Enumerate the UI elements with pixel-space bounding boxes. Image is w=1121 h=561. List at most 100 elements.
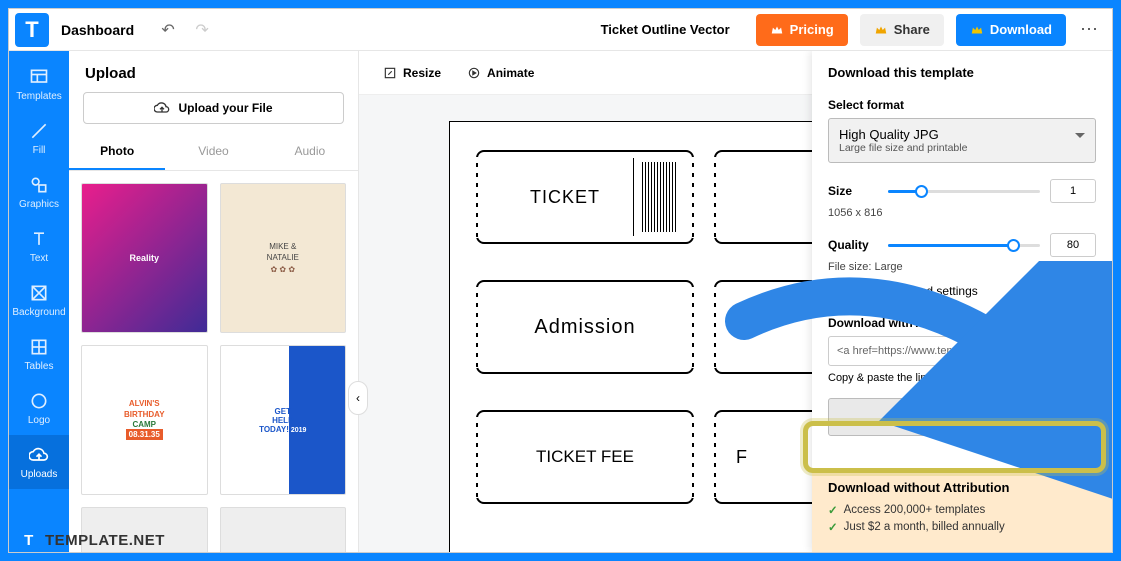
rail-label: Graphics — [19, 199, 59, 210]
size-input[interactable] — [1050, 179, 1096, 203]
watermark: T TEMPLATE.NET — [18, 529, 165, 551]
main-row: Templates Fill Graphics Text Background … — [9, 51, 1112, 552]
download-panel: Download this template Select format Hig… — [812, 51, 1112, 552]
attribution-heading: Download with Attribution — [828, 316, 1096, 330]
tab-photo[interactable]: Photo — [69, 134, 165, 170]
rail-logo[interactable]: Logo — [9, 381, 69, 435]
fill-icon — [29, 121, 49, 141]
quality-input[interactable] — [1050, 233, 1096, 257]
download-label: Download — [990, 22, 1052, 37]
barcode-icon — [642, 162, 678, 232]
rail-label: Background — [12, 307, 65, 318]
rail-label: Templates — [16, 91, 62, 102]
check-icon: ✓ — [828, 503, 838, 517]
undo-icon[interactable]: ↶ — [154, 16, 182, 44]
attribution-hint: Copy & paste the link to contribute. Kno… — [828, 372, 1096, 384]
ticket-label: F — [736, 447, 748, 468]
document-title: Ticket Outline Vector — [601, 22, 730, 37]
uploads-icon — [29, 445, 49, 465]
chevron-down-icon — [1075, 133, 1085, 143]
quality-slider[interactable] — [888, 244, 1040, 247]
rail-tables[interactable]: Tables — [9, 327, 69, 381]
tables-icon — [29, 337, 49, 357]
feature-item: ✓Access 200,000+ templates — [828, 503, 1096, 517]
save-settings-label: Save download settings — [851, 284, 978, 298]
format-select[interactable]: High Quality JPG Large file size and pri… — [828, 118, 1096, 163]
thumbnail[interactable] — [220, 507, 347, 552]
upload-label: Upload your File — [178, 101, 272, 115]
format-sub: Large file size and printable — [839, 142, 1085, 154]
download-action-button[interactable]: Download — [828, 398, 1096, 436]
graphics-icon — [29, 175, 49, 195]
check-icon: ✓ — [828, 520, 838, 534]
background-icon — [29, 283, 49, 303]
rail-fill[interactable]: Fill — [9, 111, 69, 165]
copy-button[interactable]: Copy — [1042, 336, 1096, 366]
media-tabs: Photo Video Audio — [69, 134, 358, 171]
ticket-label: TICKET — [530, 187, 600, 208]
download-heading: Download this template — [828, 65, 1096, 80]
redo-icon[interactable]: ↷ — [188, 16, 216, 44]
tab-video[interactable]: Video — [165, 134, 261, 170]
ticket-shape[interactable]: TICKET — [476, 150, 694, 244]
brand-logo[interactable]: T — [15, 13, 49, 47]
logo-icon — [29, 391, 49, 411]
noattr-heading: Download without Attribution — [828, 480, 1096, 495]
animate-tool[interactable]: Animate — [467, 66, 534, 80]
rail-templates[interactable]: Templates — [9, 57, 69, 111]
thumbnail-grid: Reality MIKE &NATALIE✿ ✿ ✿ ALVIN'SBIRTHD… — [69, 171, 358, 552]
dashboard-link[interactable]: Dashboard — [61, 22, 134, 38]
animate-icon — [467, 66, 481, 80]
ticket-label: Admission — [534, 316, 635, 339]
panel-title: Upload — [69, 51, 358, 92]
thumbnail[interactable]: MIKE &NATALIE✿ ✿ ✿ — [220, 183, 347, 333]
animate-label: Animate — [487, 66, 534, 80]
filesize-text: File size: Large — [828, 261, 1096, 273]
ticket-shape[interactable]: TICKET FEE — [476, 410, 694, 504]
checkbox-icon[interactable] — [828, 283, 843, 298]
left-rail: Templates Fill Graphics Text Background … — [9, 51, 69, 552]
save-settings-row[interactable]: Save download settings — [828, 283, 1096, 298]
rail-label: Logo — [28, 415, 50, 426]
share-label: Share — [894, 22, 930, 37]
rail-uploads[interactable]: Uploads — [9, 435, 69, 489]
ticket-shape[interactable]: Admission — [476, 280, 694, 374]
resize-tool[interactable]: Resize — [383, 66, 441, 80]
rail-graphics[interactable]: Graphics — [9, 165, 69, 219]
watermark-text: TEMPLATE.NET — [45, 532, 165, 549]
thumbnail[interactable]: ALVIN'SBIRTHDAYCAMP08.31.35 — [81, 345, 208, 495]
feature-item: ✓Just $2 a month, billed annually — [828, 520, 1096, 534]
format-label: Select format — [828, 98, 1096, 112]
crown-icon — [970, 23, 984, 37]
more-menu-icon[interactable]: ⋯ — [1072, 19, 1106, 40]
crown-icon — [874, 23, 888, 37]
quality-label: Quality — [828, 238, 878, 252]
size-label: Size — [828, 184, 878, 198]
text-icon — [29, 229, 49, 249]
pricing-label: Pricing — [790, 22, 834, 37]
share-button[interactable]: Share — [860, 14, 944, 46]
download-button[interactable]: Download — [956, 14, 1066, 46]
rail-background[interactable]: Background — [9, 273, 69, 327]
attribution-code-input[interactable] — [828, 336, 1036, 366]
rail-text[interactable]: Text — [9, 219, 69, 273]
thumbnail[interactable]: GETHELPTODAY! 2019 — [220, 345, 347, 495]
pricing-button[interactable]: Pricing — [756, 14, 848, 46]
app-frame: T Dashboard ↶ ↷ Ticket Outline Vector Pr… — [8, 8, 1113, 553]
tab-audio[interactable]: Audio — [262, 134, 358, 170]
upload-file-button[interactable]: Upload your File — [83, 92, 344, 124]
ticket-label: TICKET FEE — [536, 447, 634, 467]
rail-label: Text — [30, 253, 48, 264]
size-slider[interactable] — [888, 190, 1040, 193]
format-name: High Quality JPG — [839, 127, 1085, 142]
rail-label: Tables — [25, 361, 54, 372]
upload-panel: Upload Upload your File Photo Video Audi… — [69, 51, 359, 552]
thumbnail[interactable]: Reality — [81, 183, 208, 333]
no-attribution-section: Download without Attribution ✓Access 200… — [812, 468, 1112, 552]
resize-label: Resize — [403, 66, 441, 80]
watermark-logo-icon: T — [18, 529, 40, 551]
topbar: T Dashboard ↶ ↷ Ticket Outline Vector Pr… — [9, 9, 1112, 51]
know-more-link[interactable]: Know More — [1002, 372, 1058, 384]
collapse-panel-icon[interactable]: ‹ — [348, 381, 368, 415]
rail-label: Fill — [33, 145, 46, 156]
